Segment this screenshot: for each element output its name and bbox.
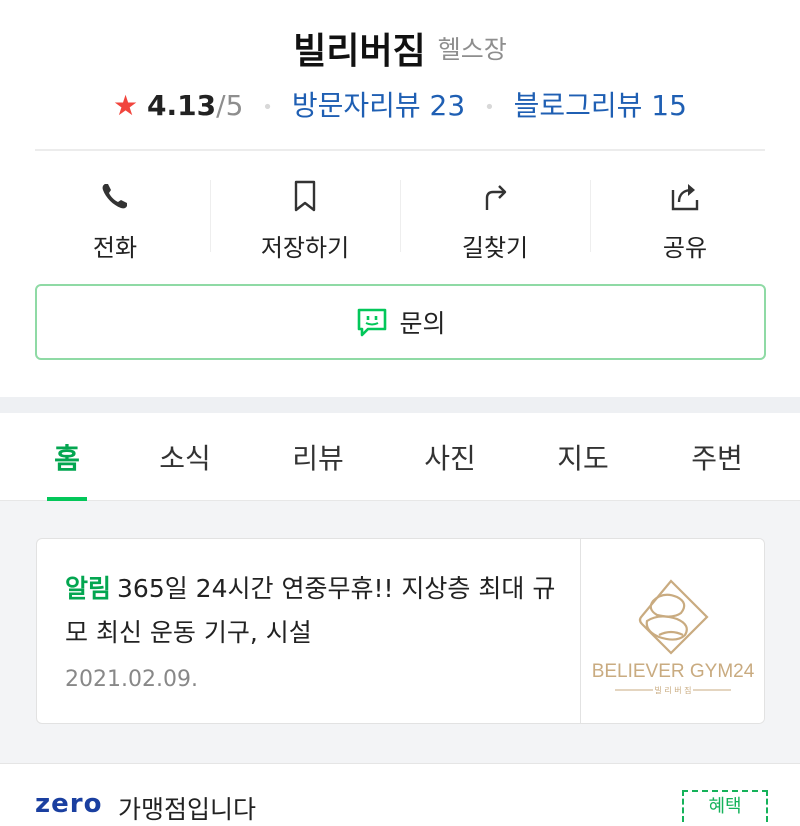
- section-gap: [0, 397, 800, 413]
- directions-icon: [485, 185, 507, 210]
- visitor-reviews-link[interactable]: 방문자리뷰 23: [292, 89, 465, 122]
- save-button[interactable]: 저장하기: [210, 170, 400, 265]
- notice-text: 알림 365일 24시간 연중무휴!! 지상층 최대 규모 최신 운동 기구, 시…: [65, 567, 565, 655]
- title-row: 빌리버짐 헬스장: [0, 22, 800, 74]
- notice-date: 2021.02.09.: [65, 667, 198, 692]
- logo-text: BELIEVER GYM24: [592, 661, 755, 682]
- partner-brand-logo: zero: [35, 789, 103, 819]
- tab-home[interactable]: 홈: [27, 437, 107, 477]
- rating-max: /5: [216, 89, 244, 122]
- tab-map[interactable]: 지도: [543, 437, 623, 477]
- tab-bar: 홈 소식 리뷰 사진 지도 주변: [0, 413, 800, 501]
- notice-tag: 알림: [65, 574, 112, 603]
- call-button[interactable]: 전화: [20, 170, 210, 265]
- action-bar: 전화 저장하기 길찾기 공유: [20, 170, 780, 265]
- save-label: 저장하기: [260, 234, 350, 262]
- bookmark-icon: [294, 180, 316, 212]
- benefit-badge: 혜택: [682, 790, 768, 822]
- tab-nearby[interactable]: 주변: [677, 437, 757, 477]
- notice-body: 365일 24시간 연중무휴!! 지상층 최대 규모 최신 운동 기구, 시설: [65, 574, 556, 647]
- share-icon: [671, 184, 699, 211]
- star-icon: ★: [113, 89, 139, 122]
- notice-thumbnail[interactable]: BELIEVER GYM24 빌 리 버 짐: [580, 539, 764, 723]
- logo-subtext: 빌 리 버 짐: [654, 685, 691, 695]
- directions-button[interactable]: 길찾기: [400, 170, 590, 265]
- inquiry-button[interactable]: 문의: [35, 284, 766, 360]
- place-category: 헬스장: [437, 35, 507, 64]
- separator-dot: •: [484, 96, 495, 118]
- notice-card[interactable]: 알림 365일 24시간 연중무휴!! 지상층 최대 규모 최신 운동 기구, 시…: [36, 538, 765, 724]
- tab-reviews[interactable]: 리뷰: [278, 437, 358, 477]
- separator-dot: •: [262, 96, 273, 118]
- call-label: 전화: [92, 234, 138, 262]
- chat-icon: [358, 308, 387, 337]
- rating-row: ★ 4.13/5 • 방문자리뷰 23 • 블로그리뷰 15: [0, 84, 800, 124]
- share-button[interactable]: 공유: [590, 170, 780, 265]
- phone-icon: [102, 184, 127, 209]
- place-name: 빌리버짐: [293, 31, 426, 72]
- rating-score: 4.13: [147, 89, 217, 122]
- gym-logo: BELIEVER GYM24 빌 리 버 짐: [592, 579, 755, 695]
- share-label: 공유: [662, 234, 708, 262]
- divider: [35, 149, 765, 151]
- partner-card[interactable]: zero 가맹점입니다 혜택: [0, 763, 800, 824]
- partner-text: 가맹점입니다: [118, 795, 257, 824]
- tab-news[interactable]: 소식: [145, 437, 225, 477]
- blog-reviews-link[interactable]: 블로그리뷰 15: [514, 89, 687, 122]
- directions-label: 길찾기: [461, 234, 529, 262]
- tab-photos[interactable]: 사진: [410, 437, 490, 477]
- home-content: 알림 365일 24시간 연중무휴!! 지상층 최대 규모 최신 운동 기구, 시…: [0, 501, 800, 824]
- inquiry-label: 문의: [399, 309, 446, 338]
- place-header: 빌리버짐 헬스장 ★ 4.13/5 • 방문자리뷰 23 • 블로그리뷰 15 전…: [0, 0, 800, 397]
